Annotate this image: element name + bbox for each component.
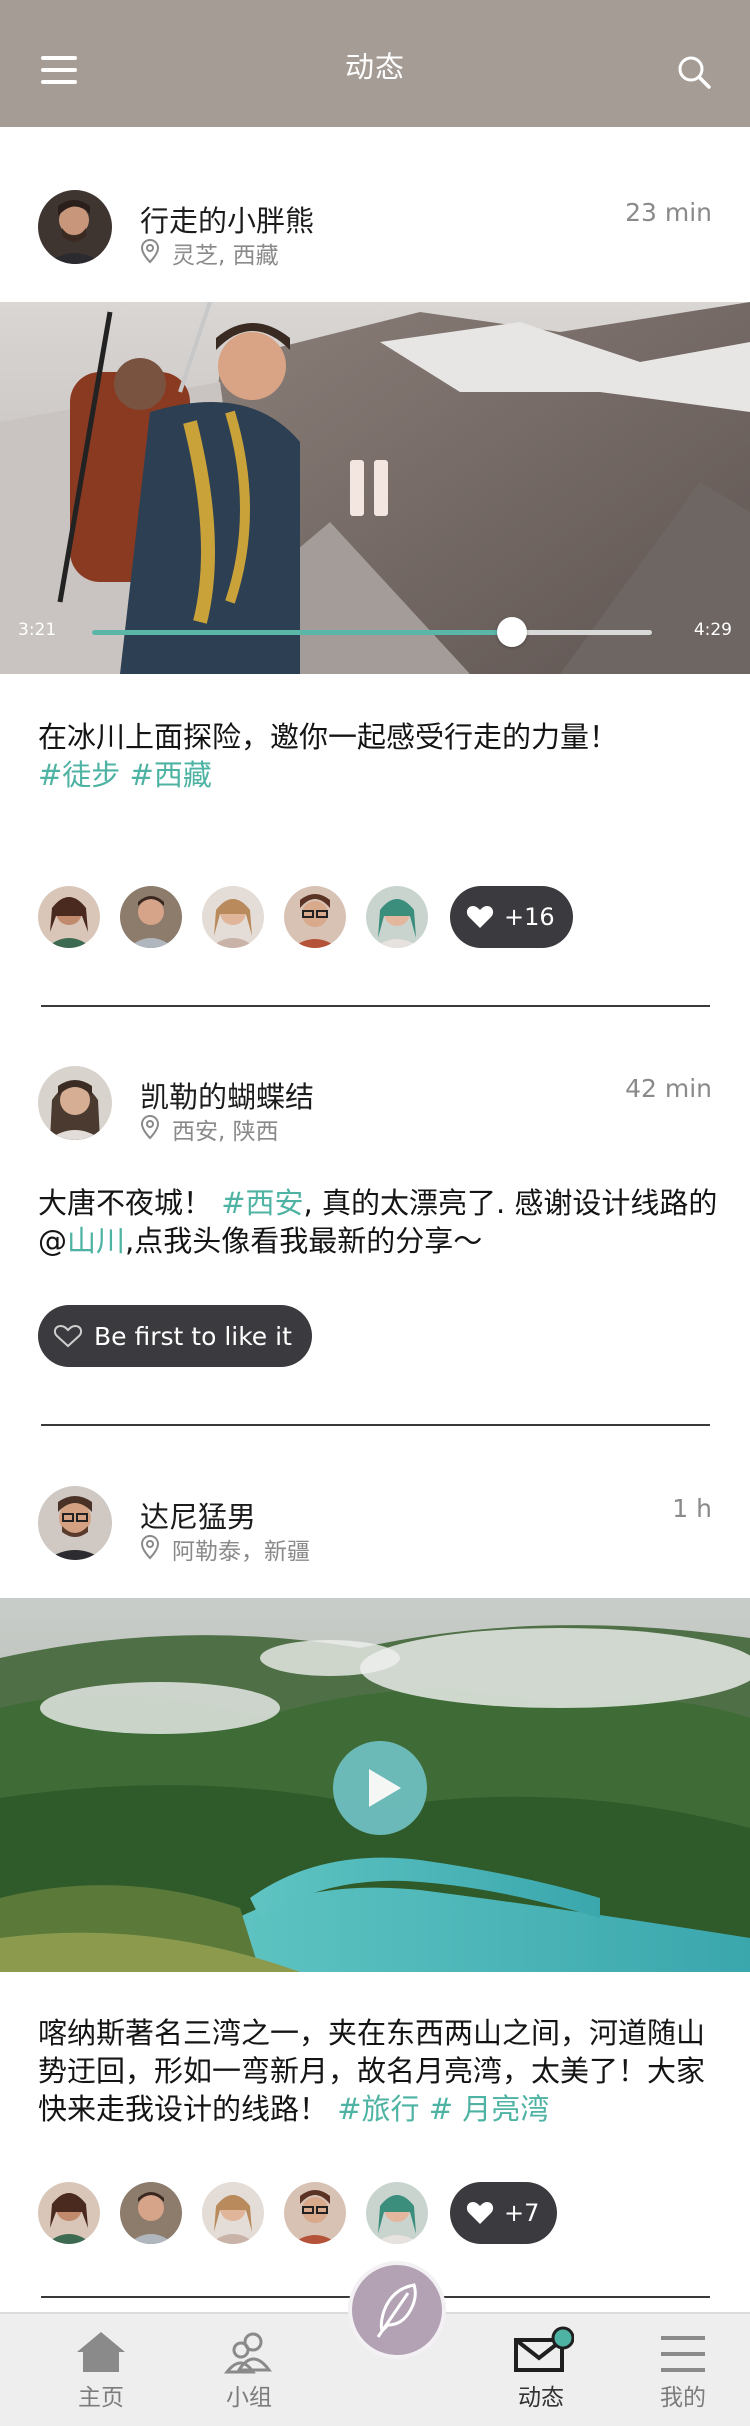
post-body: ,点我头像看我最新的分享～ bbox=[125, 1224, 483, 1258]
author-name[interactable]: 达尼猛男 bbox=[140, 1494, 256, 1536]
hashtag[interactable]: #旅行 bbox=[337, 2092, 419, 2126]
liker-avatar[interactable] bbox=[366, 886, 428, 948]
heart-outline-icon bbox=[54, 1324, 82, 1348]
hashtag[interactable]: #西安 bbox=[221, 1186, 303, 1220]
first-like-button[interactable]: Be first to like it bbox=[38, 1305, 312, 1367]
post-time: 1 h bbox=[672, 1494, 712, 1523]
tab-label: 动态 bbox=[518, 2385, 564, 2411]
video-progress-fill bbox=[92, 630, 512, 635]
post-header: 达尼猛男 阿勒泰，新疆 1 h bbox=[38, 1486, 712, 1566]
page-title: 动态 bbox=[344, 50, 405, 84]
location-pin-icon bbox=[140, 1114, 160, 1140]
likers-row: +16 bbox=[38, 886, 578, 950]
author-name[interactable]: 行走的小胖熊 bbox=[140, 198, 314, 240]
compose-button[interactable] bbox=[348, 2261, 446, 2359]
post-time: 42 min bbox=[625, 1074, 712, 1103]
video-progress-handle[interactable] bbox=[497, 617, 527, 647]
liker-avatar[interactable] bbox=[38, 886, 100, 948]
video-player[interactable] bbox=[0, 1598, 750, 1972]
liker-avatar[interactable] bbox=[366, 2182, 428, 2244]
group-icon bbox=[223, 2332, 272, 2374]
post-text: 在冰川上面探险，邀你一起感受行走的力量！ #徒步 #西藏 bbox=[38, 718, 718, 794]
avatar[interactable] bbox=[38, 1066, 112, 1140]
like-button[interactable]: +7 bbox=[450, 2182, 558, 2244]
mention-link[interactable]: 山川 bbox=[67, 1224, 125, 1258]
heart-icon bbox=[466, 906, 494, 928]
heart-icon bbox=[466, 2202, 494, 2224]
location-text: 灵芝, 西藏 bbox=[172, 243, 279, 269]
tab-label: 小组 bbox=[226, 2385, 272, 2411]
tab-feed[interactable]: 动态 bbox=[486, 2326, 596, 2422]
hashtag[interactable]: #徒步 bbox=[38, 758, 120, 792]
like-count: +7 bbox=[504, 2199, 540, 2227]
list-icon bbox=[661, 2336, 705, 2372]
liker-avatar[interactable] bbox=[38, 2182, 100, 2244]
post-header: 凯勒的蝴蝶结 西安, 陕西 42 min bbox=[38, 1066, 712, 1146]
post-text: 喀纳斯著名三湾之一，夹在东西两山之间，河道随山势迂回，形如一弯新月，故名月亮湾，… bbox=[38, 2014, 718, 2128]
likers-row: +7 bbox=[38, 2182, 578, 2246]
like-button[interactable]: +16 bbox=[450, 886, 573, 948]
feather-icon bbox=[376, 2283, 417, 2338]
app-header: 动态 bbox=[0, 0, 750, 127]
author-name[interactable]: 凯勒的蝴蝶结 bbox=[140, 1074, 314, 1116]
post-time: 23 min bbox=[625, 198, 712, 227]
video-progress-track[interactable] bbox=[92, 617, 652, 647]
liker-avatar[interactable] bbox=[120, 2182, 182, 2244]
liker-avatar[interactable] bbox=[120, 886, 182, 948]
video-duration: 4:29 bbox=[693, 620, 732, 640]
post-body: 在冰川上面探险，邀你一起感受行走的力量！ bbox=[38, 720, 619, 754]
post-text: 大唐不夜城！ #西安, 真的太漂亮了. 感谢设计线路的@山川,点我头像看我最新的… bbox=[38, 1184, 718, 1260]
hashtag[interactable]: #西藏 bbox=[130, 758, 212, 792]
like-count: +16 bbox=[504, 903, 555, 931]
mail-icon bbox=[514, 2326, 574, 2372]
avatar[interactable] bbox=[38, 190, 112, 264]
play-icon[interactable] bbox=[333, 1741, 427, 1835]
video-player[interactable]: 3:21 4:29 bbox=[0, 302, 750, 674]
first-like-label: Be first to like it bbox=[94, 1321, 292, 1351]
liker-avatar[interactable] bbox=[284, 886, 346, 948]
search-icon[interactable] bbox=[676, 54, 712, 90]
post-header: 行走的小胖熊 灵芝, 西藏 23 min bbox=[38, 190, 712, 270]
post-divider bbox=[41, 1424, 710, 1426]
liker-avatar[interactable] bbox=[202, 886, 264, 948]
home-icon bbox=[77, 2332, 125, 2372]
avatar[interactable] bbox=[38, 1486, 112, 1560]
tab-groups[interactable]: 小组 bbox=[194, 2330, 304, 2422]
location-text: 阿勒泰，新疆 bbox=[172, 1539, 310, 1565]
pause-icon[interactable] bbox=[350, 460, 392, 516]
location-pin-icon bbox=[140, 1534, 160, 1560]
liker-avatar[interactable] bbox=[202, 2182, 264, 2244]
tab-home[interactable]: 主页 bbox=[46, 2330, 156, 2422]
post-body: 大唐不夜城！ bbox=[38, 1186, 222, 1220]
location-pin-icon bbox=[140, 238, 160, 264]
liker-avatar[interactable] bbox=[284, 2182, 346, 2244]
post-divider bbox=[41, 1005, 710, 1007]
video-elapsed: 3:21 bbox=[18, 620, 57, 640]
tab-me[interactable]: 我的 bbox=[628, 2330, 738, 2422]
location-text: 西安, 陕西 bbox=[172, 1119, 279, 1145]
tab-label: 主页 bbox=[78, 2385, 124, 2411]
tab-label: 我的 bbox=[660, 2385, 706, 2411]
hashtag[interactable]: # 月亮湾 bbox=[429, 2092, 550, 2126]
